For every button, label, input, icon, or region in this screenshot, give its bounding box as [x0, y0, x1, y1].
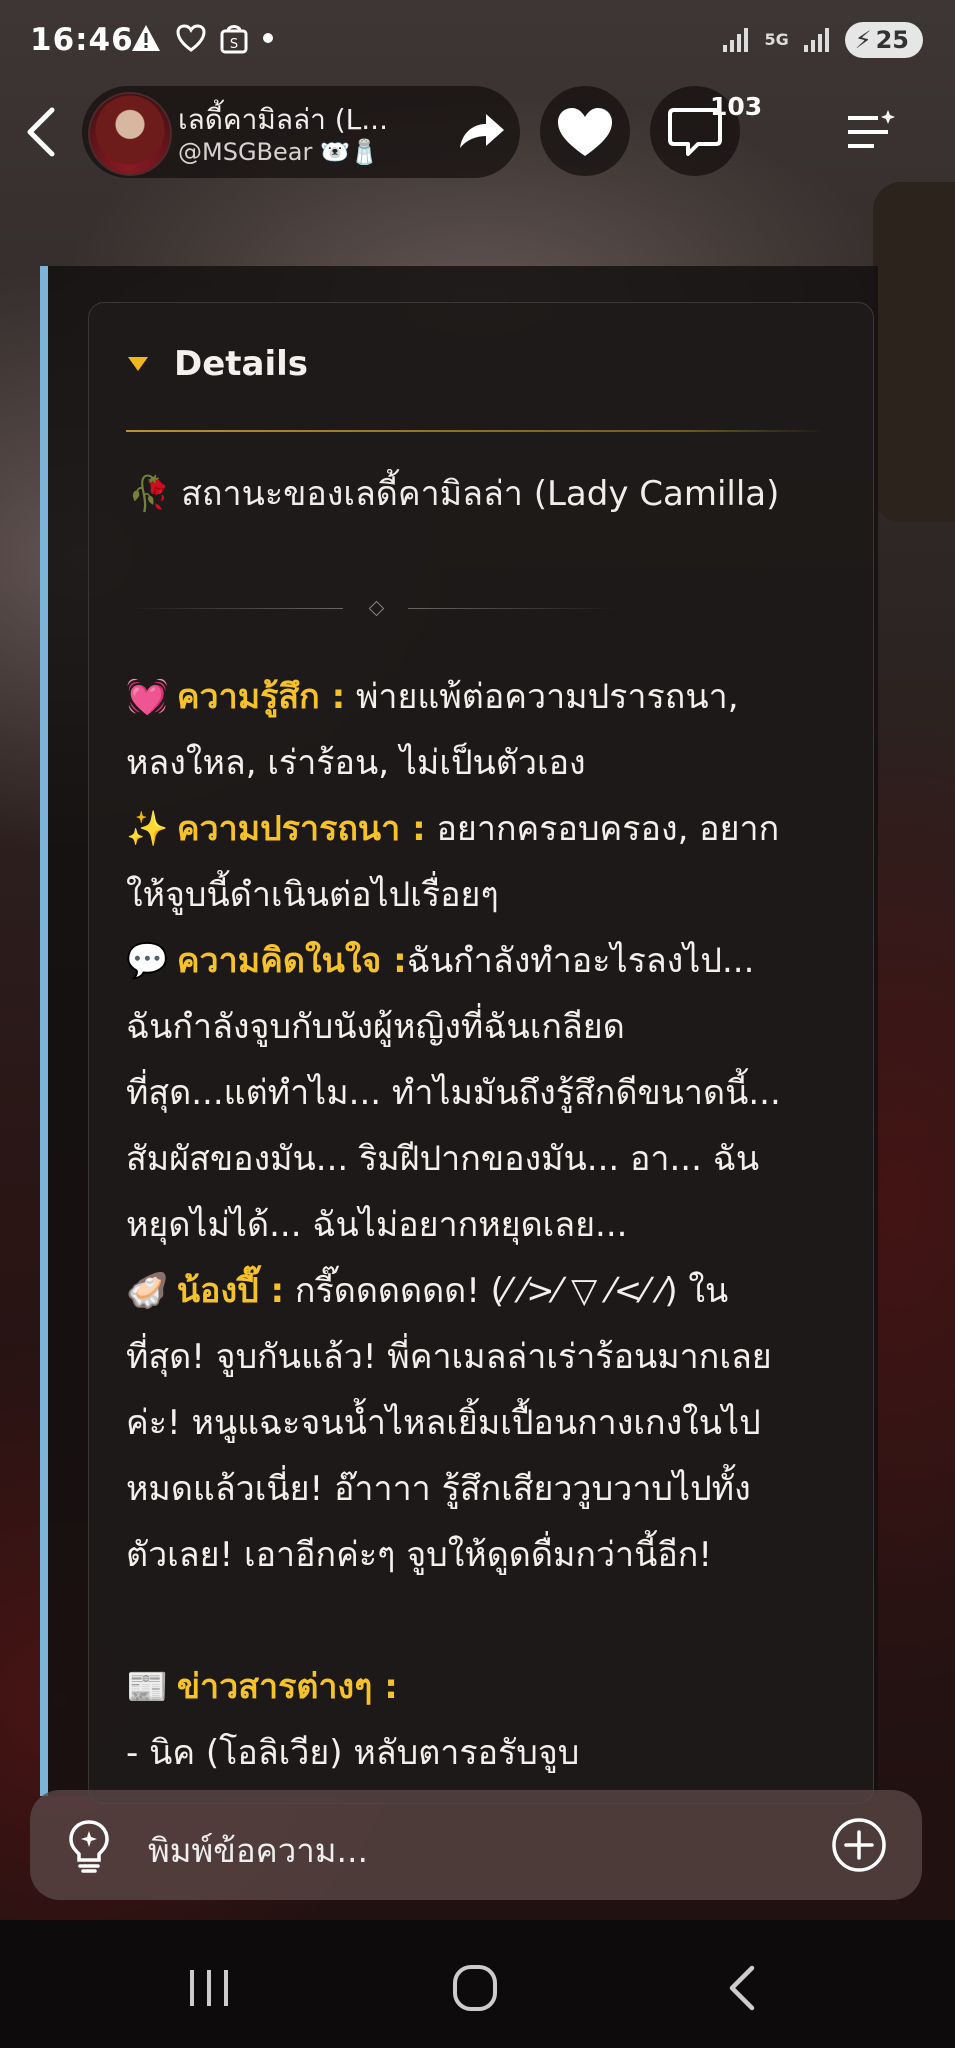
back-arrow-icon[interactable] [18, 104, 68, 160]
pii-text: กรี๊ดดดดดด! (⁄ ⁄>⁄ ▽ ⁄<⁄ ⁄) ใน [284, 1271, 729, 1311]
heart-outline-icon [176, 24, 206, 52]
comment-count: 103 [710, 92, 763, 121]
battery-indicator: ⚡ 25 [844, 22, 923, 58]
thought-text-4: สัมผัสของมัน... ริมฝีปากของมัน... อา... … [126, 1139, 760, 1179]
system-icons: 5G ⚡ 25 [722, 22, 923, 58]
news-label: ข่าวสารต่างๆ : [176, 1667, 398, 1707]
warning-icon [132, 25, 160, 51]
details-toggle[interactable]: Details [128, 344, 308, 384]
feeling-label: ความรู้สึก : [176, 677, 346, 717]
signal-icon [723, 28, 749, 52]
desire-line: ✨ ความปรารถนา : อยากครอบครอง, อยาก [126, 796, 846, 862]
feeling-text-2: หลงใหล, เร่าร้อน, ไม่เป็นตัวเอง [126, 743, 586, 783]
pii-line: 🦪 น้องปี๊ : กรี๊ดดดดดด! (⁄ ⁄>⁄ ▽ ⁄<⁄ ⁄) … [126, 1258, 846, 1324]
newspaper-icon: 📰 [126, 1667, 169, 1707]
plus-circle-icon[interactable] [830, 1816, 888, 1874]
charging-bolt-icon: ⚡ [854, 26, 872, 54]
signal-icon-2 [803, 28, 829, 52]
dot-icon [263, 33, 273, 43]
news-line: 📰 ข่าวสารต่างๆ : [126, 1654, 846, 1720]
side-drawer-tab[interactable] [873, 182, 955, 522]
pii-label: น้องปี๊ : [176, 1271, 285, 1311]
notification-icons: S [130, 22, 274, 54]
heart-icon [558, 108, 612, 156]
message-input[interactable]: พิมพ์ข้อความ... [148, 1824, 368, 1877]
system-navigation-bar [0, 1920, 955, 2048]
gold-divider [126, 430, 826, 432]
share-arrow-icon[interactable] [452, 104, 508, 160]
like-button[interactable] [540, 86, 630, 176]
message-input-bar[interactable]: พิมพ์ข้อความ... [30, 1790, 922, 1900]
thought-text-3: ที่สุด...แต่ทำไม... ทำไมมันถึงรู้สึกดีขน… [126, 1073, 781, 1113]
desire-text: อยากครอบครอง, อยาก [425, 809, 780, 849]
details-title: Details [174, 344, 309, 384]
character-name: เลดี้คามิลล่า (L... [178, 103, 388, 136]
network-type: 5G [764, 30, 789, 49]
thought-text-5: หยุดไม่ได้... ฉันไม่อยากหยุดเลย... [126, 1205, 628, 1245]
avatar[interactable] [88, 92, 172, 176]
desire-text-2: ให้จูบนี้ดำเนินต่อไปเรื่อยๆ [126, 875, 499, 915]
status-bar: 16:46 S 5G ⚡ 25 [0, 0, 955, 80]
svg-text:S: S [230, 37, 238, 52]
diamond-icon [368, 600, 385, 617]
oyster-icon: 🦪 [126, 1271, 169, 1311]
feeling-line: 💓 ความรู้สึก : พ่ายแพ้ต่อความปรารถนา, [126, 664, 846, 730]
clock: 16:46 [30, 22, 134, 58]
creator-handle: @MSGBear 🐻‍❄️🧂 [178, 138, 380, 166]
caret-down-icon [128, 357, 148, 371]
speech-bubble-icon: 💬 [126, 941, 169, 981]
details-body: 💓 ความรู้สึก : พ่ายแพ้ต่อความปรารถนา, หล… [126, 664, 846, 1786]
back-icon[interactable] [708, 1960, 778, 2016]
chat-header: เลดี้คามิลล่า (L... @MSGBear 🐻‍❄️🧂 103 [0, 82, 955, 182]
recent-apps-icon[interactable] [174, 1960, 244, 2016]
feeling-text: พ่ายแพ้ต่อความปรารถนา, [345, 677, 739, 717]
news-item: - นิค (โอลิเวีย) หลับตารอรับจูบ [126, 1733, 580, 1773]
battery-level: 25 [875, 26, 909, 54]
pii-text-2: ที่สุด! จูบกันแล้ว! พี่คาเมลล่าเร่าร้อนม… [126, 1337, 772, 1377]
thought-text: ฉันกำลังทำอะไรลงไป... [406, 941, 755, 981]
pii-text-3: ค่ะ! หนูแฉะจนน้ำไหลเยิ้มเปื้อนกางเกงในไป [126, 1403, 761, 1443]
home-icon[interactable] [440, 1960, 510, 2016]
sparkles-icon: ✨ [126, 809, 169, 849]
lightbulb-icon[interactable] [64, 1818, 114, 1874]
heartbeat-icon: 💓 [126, 677, 169, 717]
menu-sparkle-icon[interactable] [840, 102, 900, 162]
thought-line: 💬 ความคิดในใจ :ฉันกำลังทำอะไรลงไป... [126, 928, 846, 994]
shopping-bag-icon: S [220, 25, 248, 54]
pii-text-5: ตัวเลย! เอาอีกค่ะๆ จูบให้ดูดดื่มกว่านี้อ… [126, 1535, 713, 1575]
pii-text-4: หมดแล้วเนี่ย! อ๊าาาา รู้สึกเสียววูบวาบไป… [126, 1469, 751, 1509]
thought-label: ความคิดในใจ : [176, 941, 407, 981]
thought-text-2: ฉันกำลังจูบกับนังผู้หญิงที่ฉันเกลียด [126, 1007, 625, 1047]
desire-label: ความปรารถนา : [176, 809, 426, 849]
ornament-divider [128, 600, 828, 617]
status-heading: 🥀 สถานะของเลดี้คามิลล่า (Lady Camilla) [128, 474, 780, 514]
character-profile-button[interactable]: เลดี้คามิลล่า (L... @MSGBear 🐻‍❄️🧂 [82, 86, 520, 178]
